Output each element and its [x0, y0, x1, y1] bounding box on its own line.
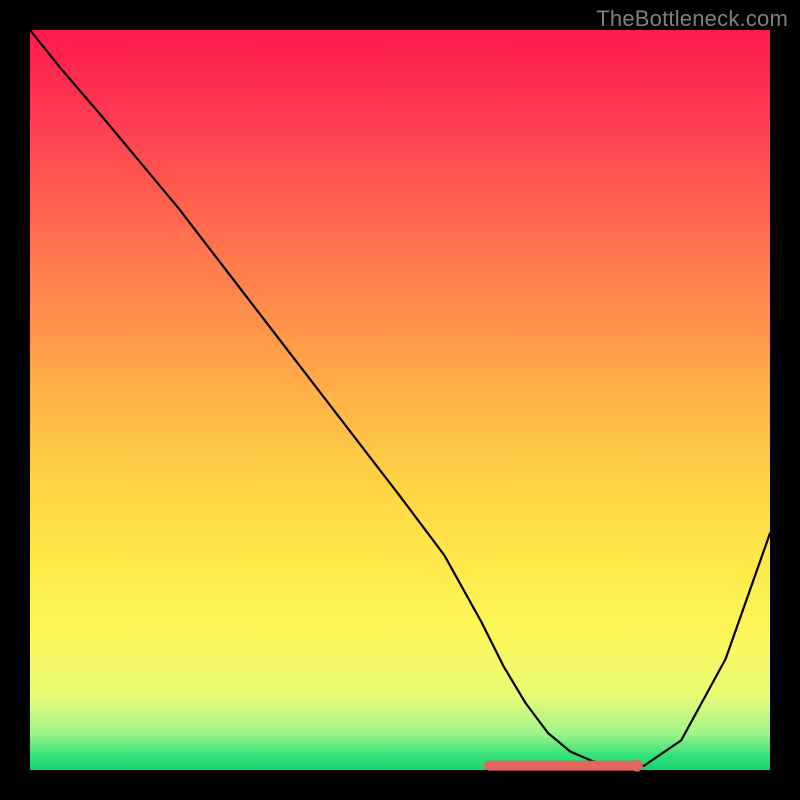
- optimum-marker-end-dot: [631, 760, 643, 772]
- bottleneck-curve: [30, 30, 770, 766]
- plot-area: [30, 30, 770, 770]
- watermark-text: TheBottleneck.com: [596, 6, 788, 32]
- curve-svg: [30, 30, 770, 770]
- chart-stage: TheBottleneck.com: [0, 0, 800, 800]
